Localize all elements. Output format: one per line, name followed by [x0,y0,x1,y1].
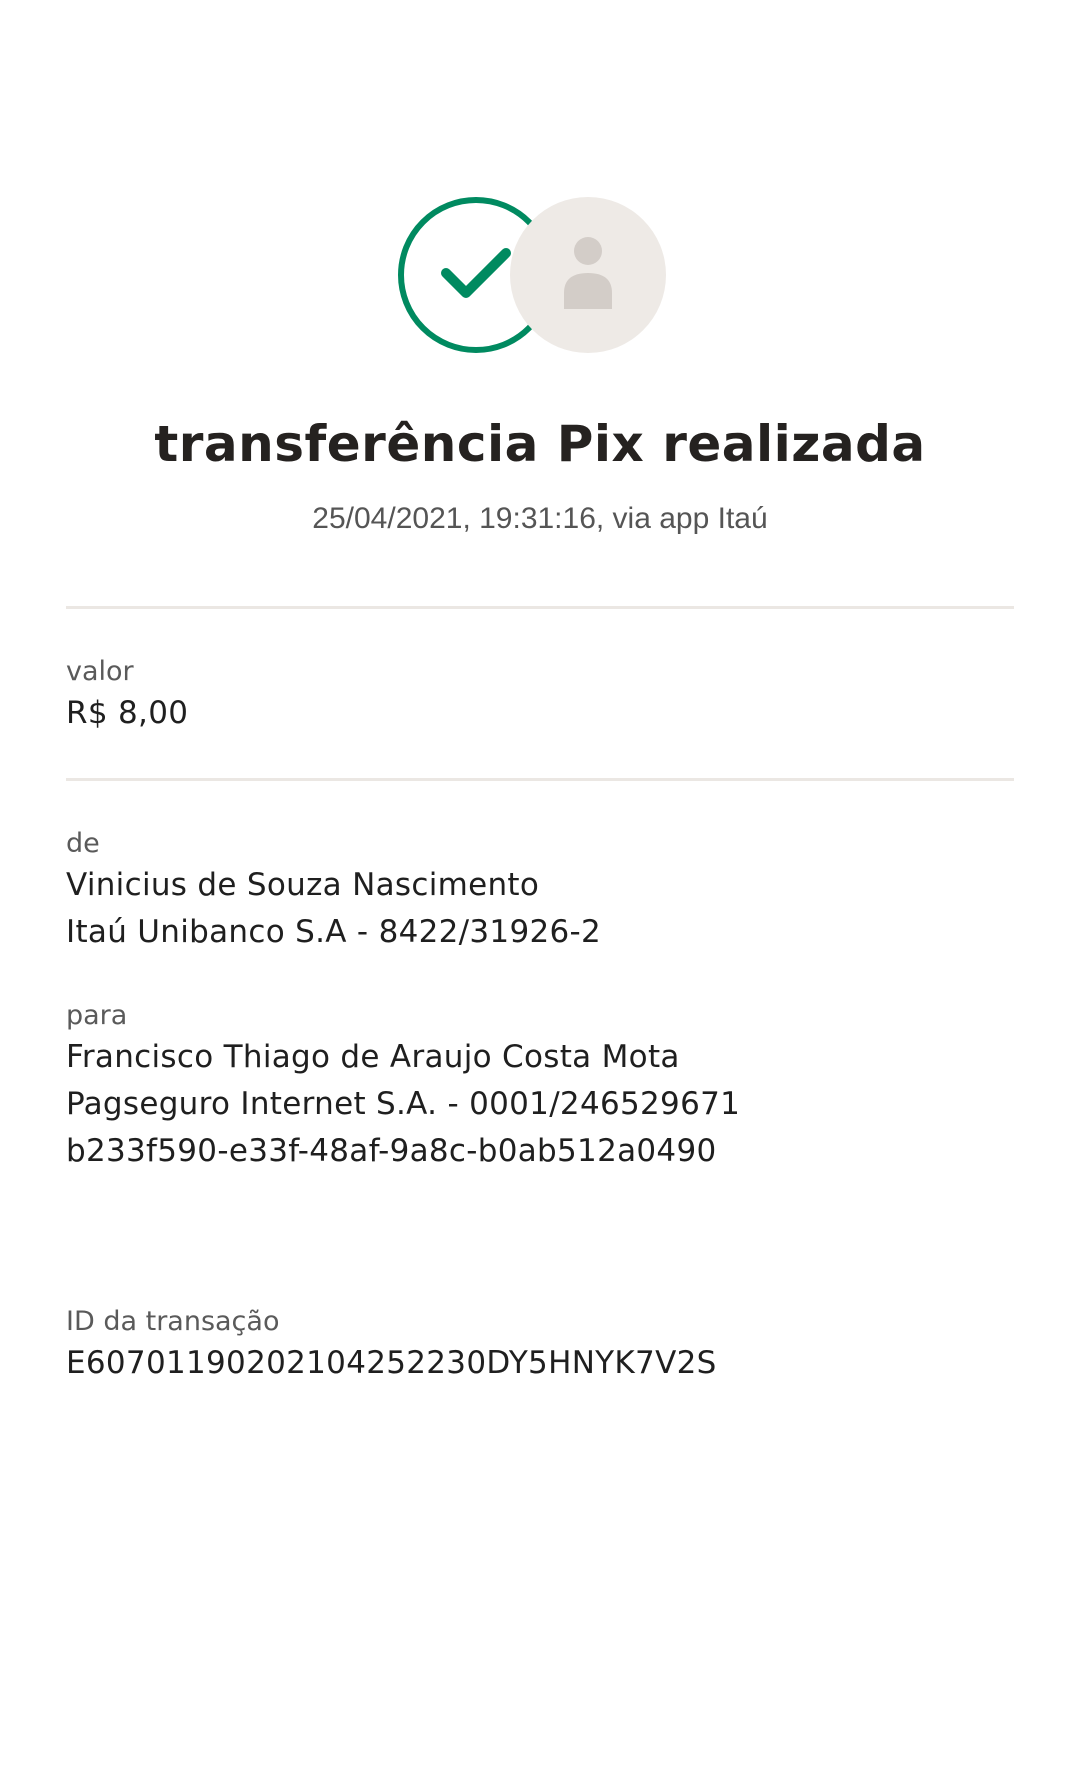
avatar [510,197,666,353]
sender-bank-account: Itaú Unibanco S.A - 8422/31926-2 [66,914,602,950]
transaction-datetime: 25/04/2021, 19:31:16, via app Itaú [312,502,768,535]
sender-name: Vinicius de Souza Nascimento [66,867,540,903]
status-hero [398,197,666,353]
amount-value: R$ 8,00 [66,695,189,731]
amount-label: valor [66,656,134,687]
recipient-pix-key: b233f590-e33f-48af-9a8c-b0ab512a0490 [66,1133,717,1169]
transaction-id-section: ID da transação E60701190202104252230DY5… [66,1304,1014,1387]
recipient-bank-account: Pagseguro Internet S.A. - 0001/246529671 [66,1086,741,1122]
amount-section: valor R$ 8,00 [66,654,1014,737]
transaction-id-value: E60701190202104252230DY5HNYK7V2S [66,1345,717,1381]
person-icon [564,237,612,309]
sender-label: de [66,828,100,859]
divider [66,778,1014,781]
transaction-id-label: ID da transação [66,1306,280,1337]
recipient-section: para Francisco Thiago de Araujo Costa Mo… [66,998,1014,1175]
divider [66,606,1014,609]
page-title: transferência Pix realizada [154,415,926,473]
recipient-name: Francisco Thiago de Araujo Costa Mota [66,1039,680,1075]
sender-section: de Vinicius de Souza Nascimento Itaú Uni… [66,826,1014,956]
recipient-label: para [66,1000,128,1031]
